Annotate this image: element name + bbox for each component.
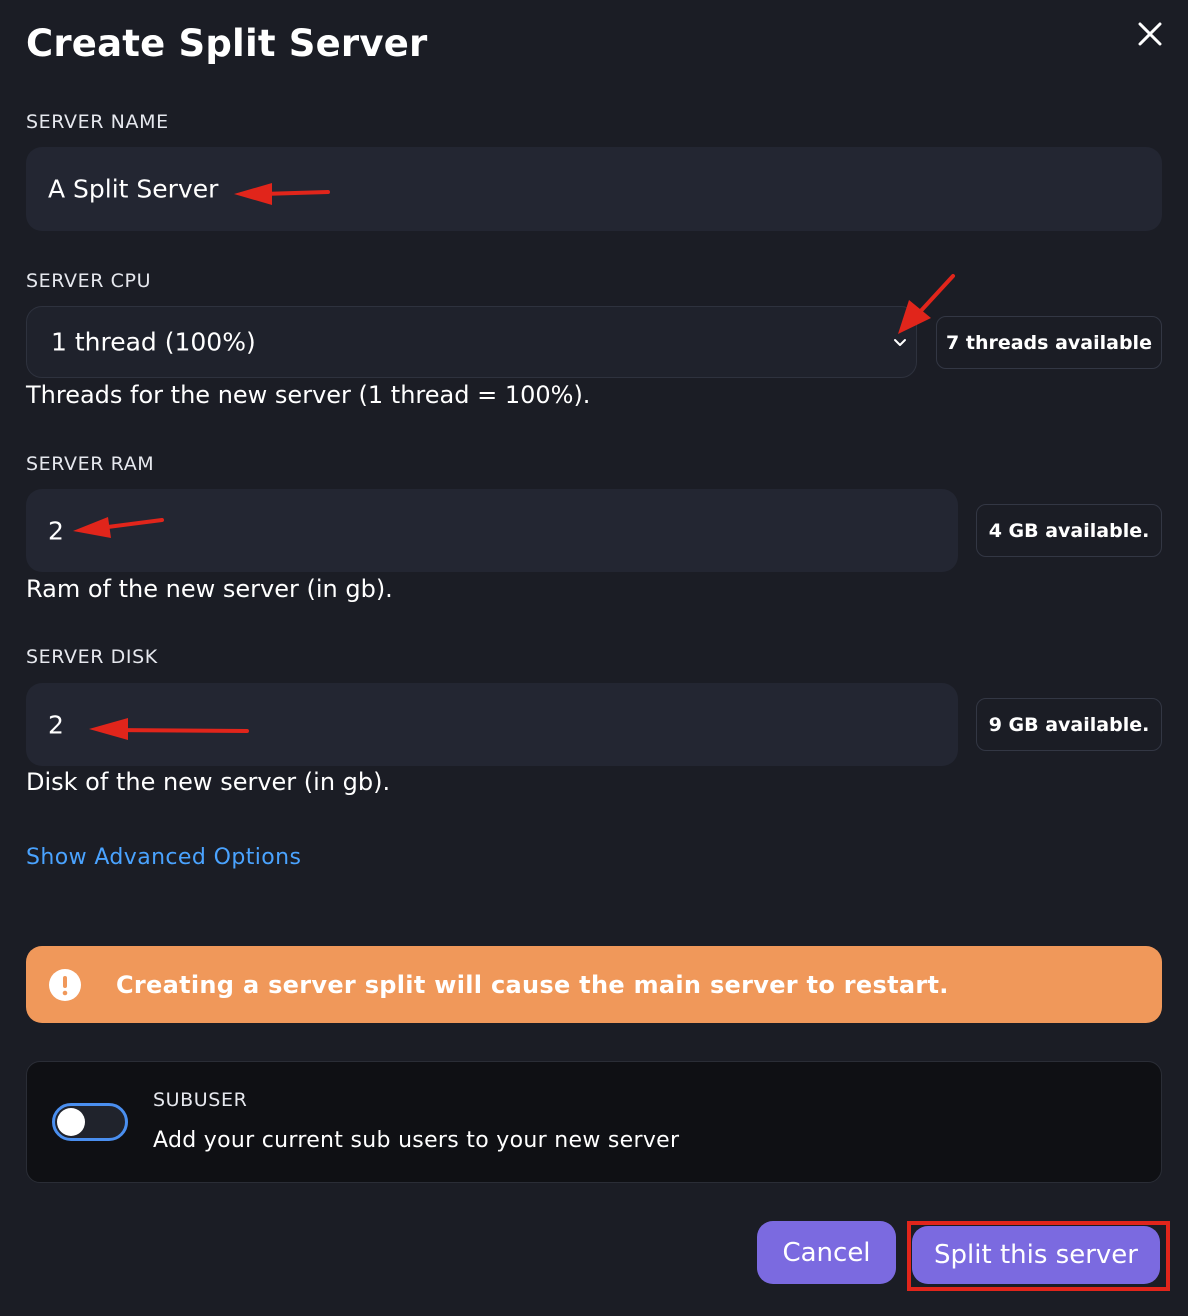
annotation-arrow-icon: [234, 183, 330, 205]
annotation-arrow-icon: [898, 274, 955, 334]
annotation-arrow-icon: [89, 718, 249, 740]
annotation-arrow-icon: [73, 517, 164, 538]
annotation-arrows: [73, 183, 955, 740]
